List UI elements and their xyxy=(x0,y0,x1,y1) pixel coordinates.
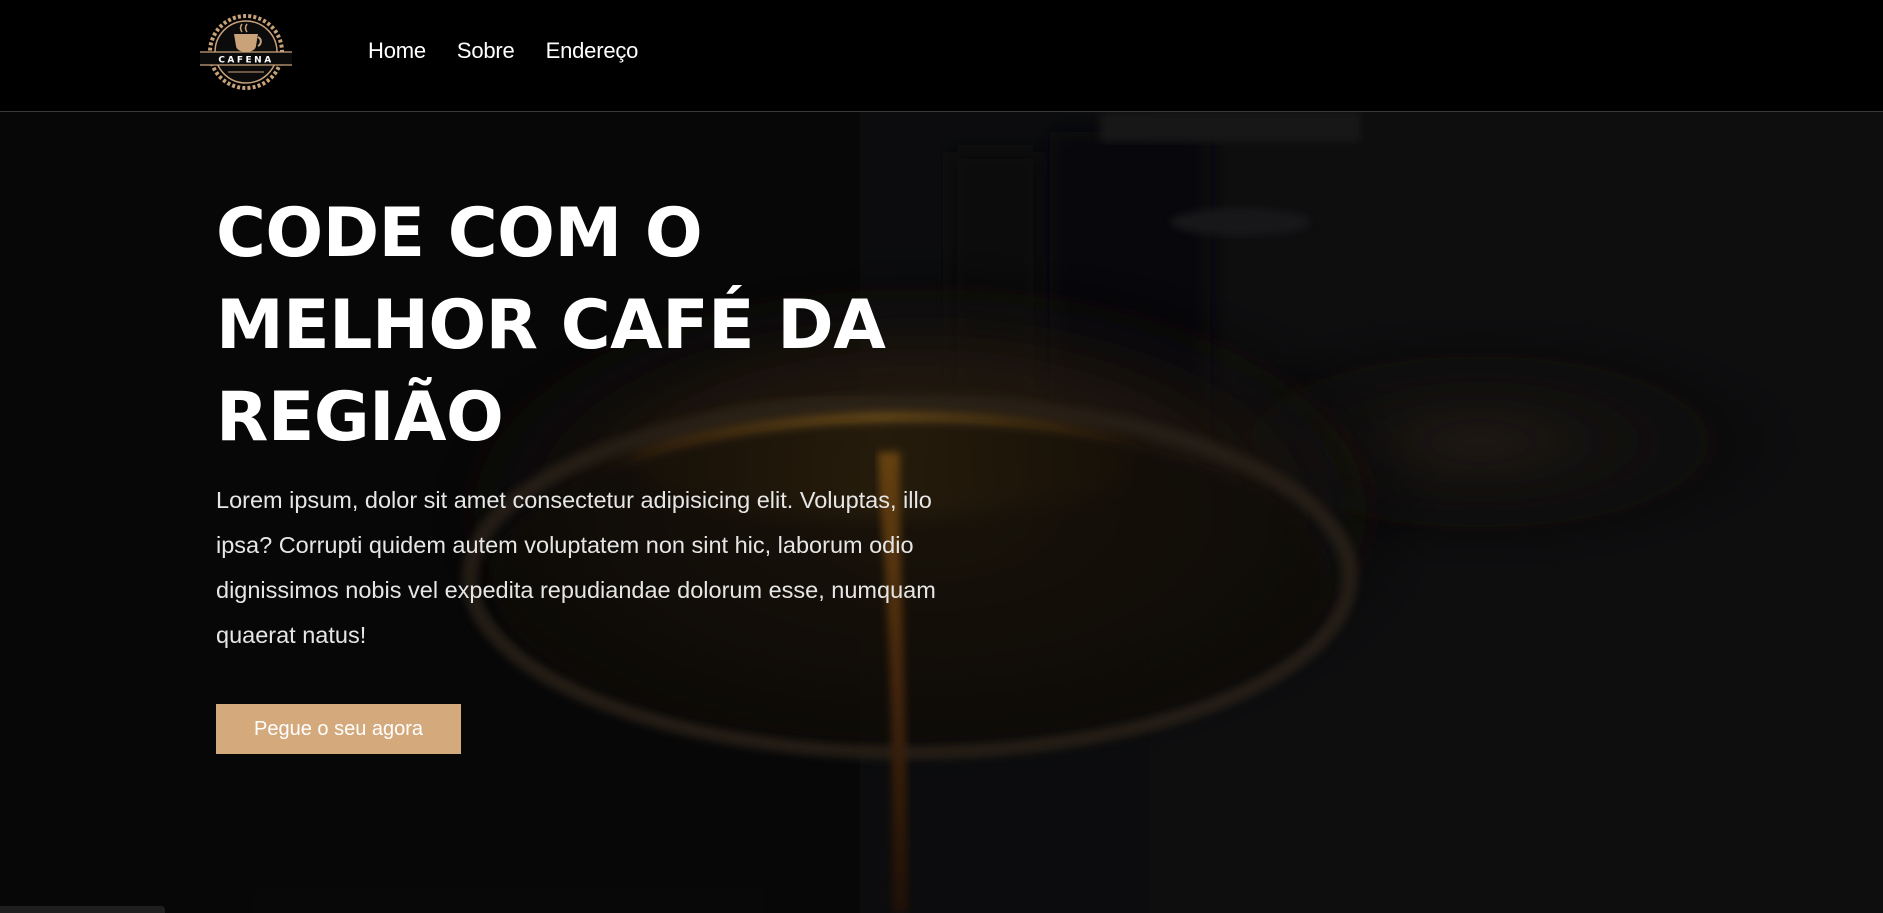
corner-widget[interactable] xyxy=(0,906,165,913)
navbar: CAFENA Home Sobre Endereço xyxy=(0,0,1883,112)
nav-link-sobre[interactable]: Sobre xyxy=(457,38,515,64)
nav-link-home[interactable]: Home xyxy=(368,38,426,64)
coffee-badge-icon: CAFENA xyxy=(200,14,292,90)
logo-text: CAFENA xyxy=(218,56,273,66)
cta-button[interactable]: Pegue o seu agora xyxy=(216,704,462,754)
hero-content: Code com o melhor café da região Lorem i… xyxy=(216,188,986,754)
hero-title: Code com o melhor café da região xyxy=(216,194,886,457)
hero-section: Code com o melhor café da região Lorem i… xyxy=(0,112,1883,913)
cafena-logo[interactable]: CAFENA xyxy=(198,12,294,92)
nav-link-endereco[interactable]: Endereço xyxy=(546,38,639,64)
hero-description: Lorem ipsum, dolor sit amet consectetur … xyxy=(216,487,936,648)
main-nav: Home Sobre Endereço xyxy=(368,38,638,64)
